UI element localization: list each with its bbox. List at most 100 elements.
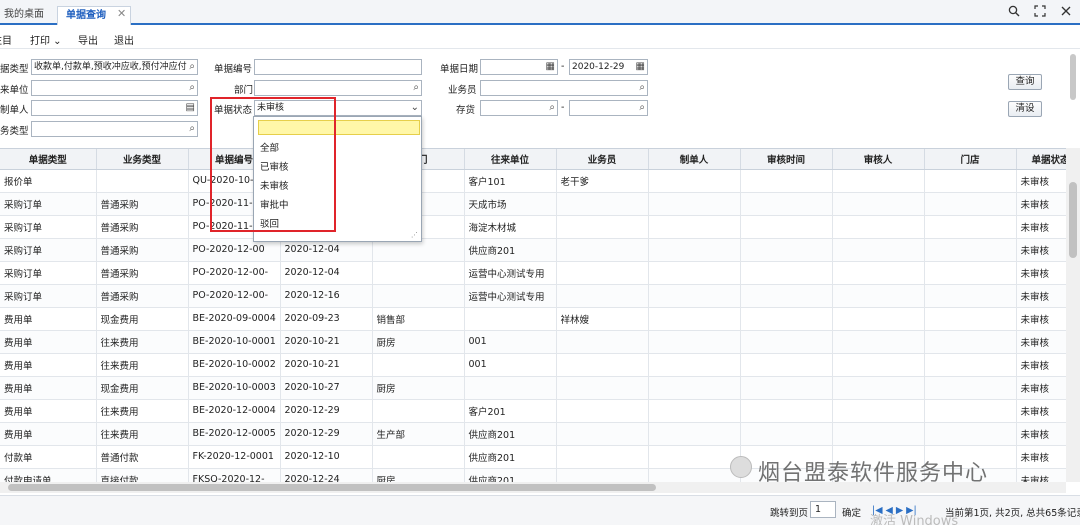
chevron-down-icon[interactable]: ⌄	[411, 101, 419, 115]
table-row[interactable]: 费用单 现金费用 BE-2020-09-0004 2020-09-23 销售部 祥林嫂 未审…	[0, 307, 1066, 331]
stock-from-input[interactable]: ⌕	[480, 100, 558, 116]
query-button[interactable]: 查询	[1008, 74, 1042, 90]
column-header[interactable]: 单据类型	[0, 149, 97, 170]
table-row[interactable]: 采购订单 普通采购 PO-2020-12-00- 2020-12-16 运营中心测试专用…	[0, 284, 1066, 308]
table-row[interactable]: 费用单 往来费用 BE-2020-10-0001 2020-10-21 厨房 001 未审核	[0, 330, 1066, 354]
table-cell: 普通付款	[96, 445, 189, 469]
table-cell	[924, 307, 1017, 331]
expand-icon[interactable]	[1032, 5, 1048, 21]
date-to-value: 2020-12-29	[572, 62, 625, 72]
search-icon[interactable]: ⌕	[549, 101, 555, 115]
table-cell	[740, 422, 833, 446]
salesman-input[interactable]: ⌕	[480, 80, 648, 96]
calendar-icon[interactable]: ▦	[546, 60, 555, 74]
table-cell: 费用单	[0, 422, 97, 446]
search-icon[interactable]: ⌕	[189, 122, 195, 136]
biz-type-input[interactable]: ⌕	[31, 121, 198, 137]
search-icon[interactable]: ⌕	[189, 81, 195, 95]
column-header[interactable]: 审核时间	[740, 149, 833, 170]
table-cell	[648, 422, 741, 446]
table-cell	[648, 445, 741, 469]
table-cell: 未审核	[1016, 192, 1066, 216]
grid-vertical-scrollbar[interactable]	[1066, 148, 1080, 482]
table-cell	[556, 261, 649, 285]
calendar-icon[interactable]: ▦	[636, 60, 645, 74]
doc-type-input[interactable]: 收款单,付款单,预收冲应收,预付冲应付 ⌕	[31, 59, 198, 75]
form-scrollbar[interactable]	[1070, 54, 1076, 100]
table-cell	[556, 238, 649, 262]
table-cell: 销售部	[372, 307, 465, 331]
table-cell: 客户201	[464, 399, 557, 423]
reset-button[interactable]: 清设	[1008, 101, 1042, 117]
table-row[interactable]: 采购订单 普通采购 PO-2020-11-0 天成市场 未审核	[0, 192, 1066, 216]
doc-no-input[interactable]	[254, 59, 422, 75]
table-row[interactable]: 费用单 现金费用 BE-2020-10-0003 2020-10-27 厨房 未审核	[0, 376, 1066, 400]
scroll-thumb[interactable]	[8, 484, 656, 491]
column-header[interactable]: 业务类型	[96, 149, 189, 170]
table-cell: 付款单	[0, 445, 97, 469]
stock-to-input[interactable]: ⌕	[569, 100, 648, 116]
column-header[interactable]: 往来单位	[464, 149, 557, 170]
partner-input[interactable]: ⌕	[31, 80, 198, 96]
table-cell	[648, 399, 741, 423]
table-cell	[464, 376, 557, 400]
search-icon[interactable]: ⌕	[639, 101, 645, 115]
resize-grip-icon[interactable]: ⋰	[411, 231, 418, 239]
table-cell: 往来费用	[96, 422, 189, 446]
table-cell	[648, 468, 741, 482]
table-cell: 未审核	[1016, 376, 1066, 400]
user-select-icon[interactable]: ▤	[186, 101, 195, 115]
table-row[interactable]: 采购订单 普通采购 PO-2020-12-00- 2020-12-04 运营中心测试专用…	[0, 261, 1066, 285]
column-header[interactable]: 门店	[924, 149, 1017, 170]
table-row[interactable]: 费用单 往来费用 BE-2020-12-0005 2020-12-29 生产部 供应商20…	[0, 422, 1066, 446]
column-header[interactable]: 业务员	[556, 149, 649, 170]
scroll-thumb[interactable]	[1069, 182, 1077, 258]
table-cell	[924, 330, 1017, 354]
search-icon[interactable]: ⌕	[413, 81, 419, 95]
table-cell	[924, 215, 1017, 239]
table-row[interactable]: 费用单 往来费用 BE-2020-12-0004 2020-12-29 客户201 未审核	[0, 399, 1066, 423]
dept-input[interactable]: ⌕	[254, 80, 422, 96]
column-header[interactable]: 制单人	[648, 149, 741, 170]
table-row[interactable]: 报价单 QU-2020-10-0 客户101 老干爹 未审核	[0, 169, 1066, 193]
export-button[interactable]: 导出	[78, 32, 98, 47]
table-row[interactable]: 费用单 往来费用 BE-2020-10-0002 2020-10-21 001 未审核	[0, 353, 1066, 377]
table-cell: 未审核	[1016, 284, 1066, 308]
print-button[interactable]: 打印 ⌄	[30, 32, 62, 47]
table-cell: 往来费用	[96, 330, 189, 354]
creator-input[interactable]: ▤	[31, 100, 198, 116]
table-cell: 报价单	[0, 169, 97, 193]
table-cell	[464, 307, 557, 331]
table-cell	[556, 399, 649, 423]
results-table: 单据类型业务类型单据编号单据日期部门往来单位业务员制单人审核时间审核人门店单据状…	[0, 149, 1066, 482]
table-cell	[96, 169, 189, 193]
table-cell: FK-2020-12-0001	[188, 445, 281, 469]
table-row[interactable]: 采购订单 普通采购 PO-2020-12-00 2020-12-04 供应商201 未审核	[0, 238, 1066, 262]
close-icon[interactable]	[1058, 5, 1074, 21]
exit-button[interactable]: 退出	[114, 32, 134, 47]
tab-home[interactable]: 我的桌面	[4, 6, 44, 25]
table-cell	[832, 215, 925, 239]
search-icon[interactable]: ⌕	[639, 81, 645, 95]
jump-confirm-button[interactable]: 确定	[842, 505, 861, 519]
table-cell	[740, 261, 833, 285]
column-header[interactable]: 审核人	[832, 149, 925, 170]
date-from-input[interactable]: ▦	[480, 59, 558, 75]
creator-label: 制单人	[0, 105, 29, 116]
table-cell	[832, 192, 925, 216]
jump-page-input[interactable]: 1	[810, 501, 836, 518]
search-icon[interactable]: ⌕	[189, 60, 195, 74]
table-cell: PO-2020-12-00-	[188, 284, 281, 308]
stock-separator: -	[561, 102, 565, 113]
date-to-input[interactable]: 2020-12-29 ▦	[569, 59, 648, 75]
table-cell	[832, 261, 925, 285]
search-icon[interactable]	[1006, 5, 1022, 21]
table-cell: 生产部	[372, 422, 465, 446]
column-header[interactable]: 单据状态	[1016, 149, 1066, 170]
table-row[interactable]: 采购订单 普通采购 PO-2020-11-0 海淀木材城 未审核	[0, 215, 1066, 239]
table-cell: 2020-12-24	[280, 468, 373, 482]
toolbar-first-button[interactable]: 注目	[0, 32, 12, 47]
tab-close-icon[interactable]: ✕	[117, 7, 126, 20]
jump-label: 跳转到页	[770, 508, 809, 519]
table-cell	[556, 376, 649, 400]
